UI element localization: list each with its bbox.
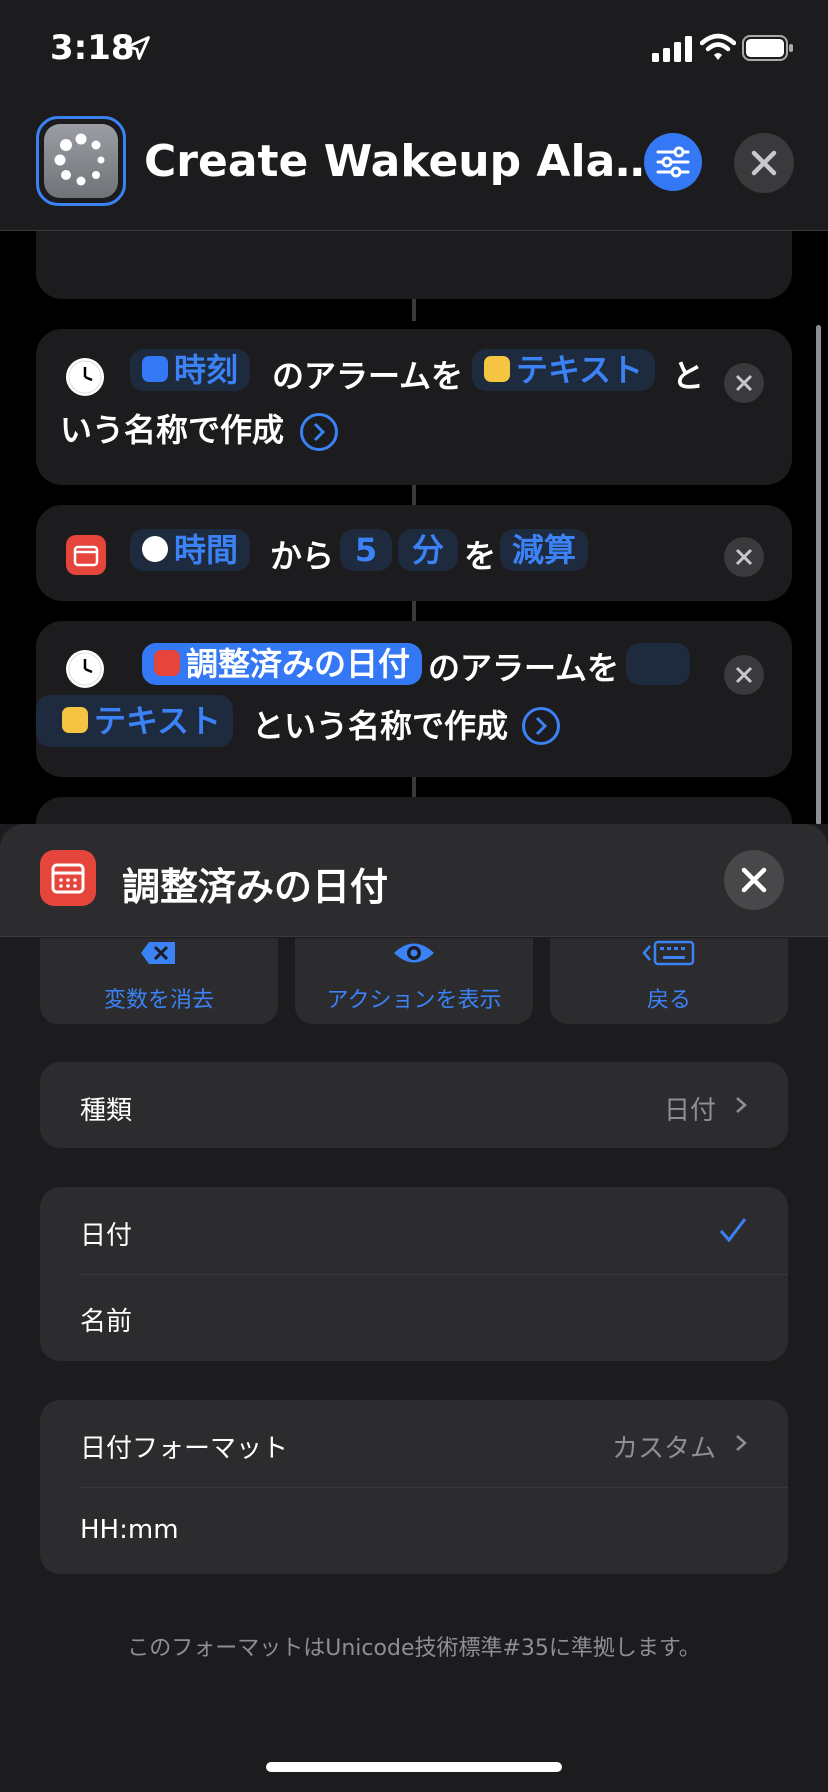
- action-card-adjust-date[interactable]: 時間 から 5 分 を 減算: [36, 505, 792, 601]
- clear-variable-button[interactable]: 変数を消去: [40, 938, 278, 1024]
- format-footnote: このフォーマットはUnicode技術標準#35に準拠します。: [127, 1636, 701, 1661]
- status-time: 3:18: [50, 28, 135, 68]
- clock-icon: [142, 536, 168, 562]
- divider: [80, 1487, 788, 1488]
- option-name[interactable]: 名前: [40, 1275, 788, 1361]
- action-text: のアラームを: [428, 649, 620, 687]
- close-button[interactable]: [734, 133, 794, 193]
- keyboard-back-icon: [642, 940, 695, 966]
- shortcut-loading-icon: [44, 124, 118, 198]
- connector-line: [412, 777, 416, 799]
- action-card-partial[interactable]: [36, 797, 792, 824]
- text-variable-token[interactable]: テキスト: [472, 349, 656, 391]
- text-variable-token[interactable]: テキスト: [36, 695, 234, 747]
- wifi-icon: [700, 33, 736, 60]
- property-options: 日付 名前: [40, 1187, 788, 1361]
- option-label: 名前: [80, 1307, 133, 1337]
- action-card-create-alarm-2[interactable]: 調整済みの日付 のアラームを テキスト という名称で作成: [36, 621, 792, 777]
- sheet-title: 調整済みの日付: [122, 865, 389, 909]
- show-action-label: アクションを表示: [326, 988, 502, 1013]
- message-bubble-icon: [142, 356, 168, 382]
- home-indicator[interactable]: [266, 1762, 562, 1772]
- connector-line: [412, 299, 416, 321]
- action-text: から: [270, 537, 335, 575]
- expand-arrow-icon[interactable]: [522, 707, 560, 745]
- location-arrow-icon: [126, 36, 150, 60]
- chevron-right-icon: [736, 1097, 747, 1113]
- format-string-field[interactable]: HH:mm: [80, 1515, 179, 1545]
- back-keyboard-button[interactable]: 戻る: [550, 938, 788, 1024]
- calendar-icon: [40, 850, 96, 906]
- amount-token[interactable]: 5: [340, 529, 392, 571]
- duration-variable-token[interactable]: 時間: [130, 529, 251, 571]
- remove-action-button[interactable]: [724, 363, 764, 403]
- action-text: のアラームを: [272, 357, 464, 395]
- checkmark-icon: [719, 1218, 747, 1243]
- action-card-partial[interactable]: [36, 231, 792, 299]
- type-row[interactable]: 種類 日付: [40, 1062, 788, 1148]
- clock-icon: [66, 358, 104, 396]
- action-card-create-alarm[interactable]: 時刻 のアラームを テキスト と いう名称で作成: [36, 329, 792, 485]
- eye-icon: [394, 943, 434, 963]
- time-variable-token[interactable]: 時刻: [130, 349, 251, 391]
- expand-arrow-icon[interactable]: [300, 413, 338, 451]
- empty-token-placeholder[interactable]: [626, 643, 690, 685]
- remove-action-button[interactable]: [724, 537, 764, 577]
- date-format-group: 日付フォーマット カスタム HH:mm: [40, 1400, 788, 1574]
- type-label: 種類: [80, 1096, 133, 1126]
- signal-icon: [652, 36, 692, 62]
- battery-icon: [742, 35, 793, 61]
- option-date[interactable]: 日付: [40, 1187, 788, 1274]
- show-action-button[interactable]: アクションを表示: [295, 938, 533, 1024]
- clear-variable-label: 変数を消去: [103, 988, 214, 1013]
- close-icon: [751, 150, 777, 176]
- date-format-label: 日付フォーマット: [80, 1434, 289, 1464]
- clock-icon: [66, 650, 104, 688]
- close-icon: [741, 867, 767, 893]
- unit-token[interactable]: 分: [398, 529, 458, 571]
- remove-action-button[interactable]: [724, 655, 764, 695]
- sliders-icon: [656, 146, 690, 178]
- adjusted-date-variable-token[interactable]: 調整済みの日付: [142, 643, 423, 685]
- shortcut-title[interactable]: Create Wakeup Ala…: [144, 136, 659, 187]
- action-text: いう名称で作成: [60, 411, 285, 449]
- note-icon: [62, 707, 88, 733]
- type-value: 日付: [663, 1096, 716, 1126]
- operation-token[interactable]: 減算: [500, 529, 589, 571]
- back-label: 戻る: [646, 988, 691, 1013]
- action-text: という名称で作成: [252, 707, 509, 745]
- connector-line: [412, 601, 416, 623]
- date-format-row[interactable]: 日付フォーマット カスタム: [40, 1400, 788, 1487]
- note-icon: [484, 356, 510, 382]
- calendar-icon: [154, 650, 180, 676]
- chevron-right-icon: [736, 1435, 747, 1451]
- settings-button[interactable]: [644, 133, 702, 191]
- action-text: と: [672, 357, 705, 395]
- sheet-close-button[interactable]: [724, 850, 784, 910]
- option-label: 日付: [80, 1221, 133, 1251]
- date-format-value: カスタム: [611, 1434, 716, 1464]
- actions-list[interactable]: 時刻 のアラームを テキスト と いう名称で作成 時間 から 5 分 を 減算: [0, 231, 828, 824]
- calendar-icon: [66, 535, 106, 575]
- action-text: を: [464, 537, 497, 575]
- delete-left-icon: [141, 942, 175, 964]
- scrollbar[interactable]: [816, 325, 821, 825]
- connector-line: [412, 485, 416, 507]
